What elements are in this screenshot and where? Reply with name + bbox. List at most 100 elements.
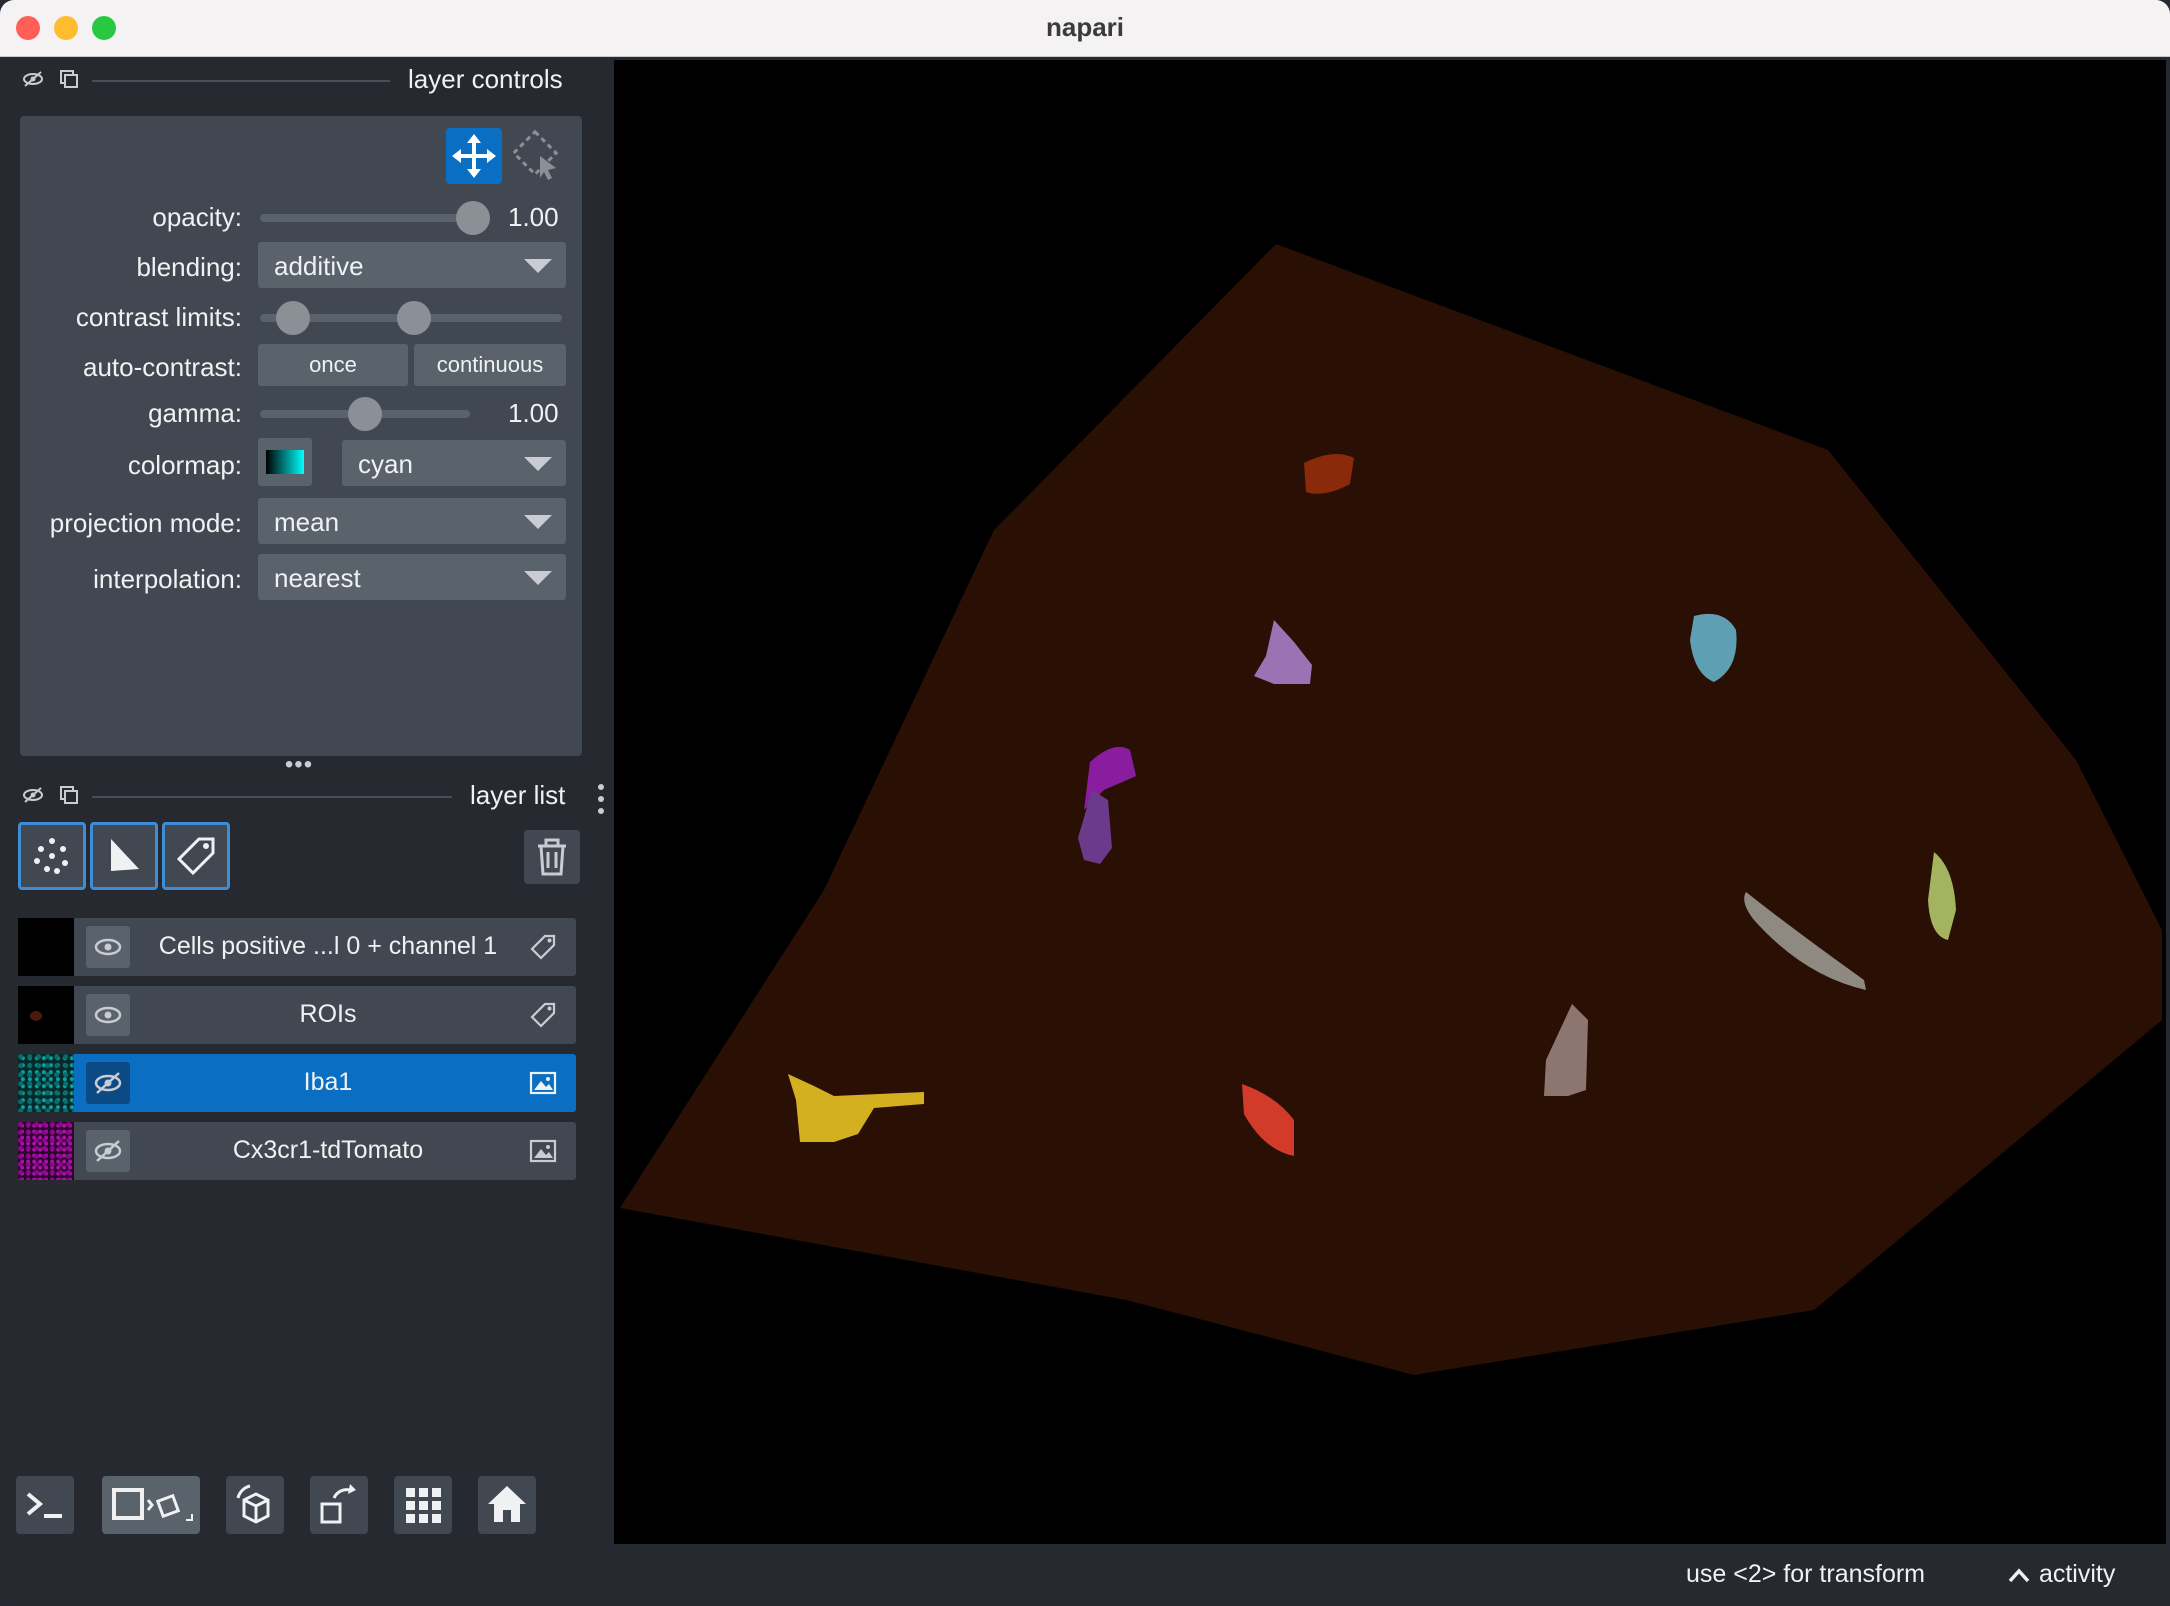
gamma-slider-handle[interactable] [348,397,383,431]
projection-mode-dropdown[interactable]: mean [258,498,566,544]
layer-controls-panel: opacity: 1.00 blending: additive contras… [20,116,582,756]
eye-hidden-icon [94,1140,122,1162]
labels-image [620,244,2162,1375]
opacity-label: opacity: [152,202,242,232]
header-divider [92,80,390,82]
visibility-toggle[interactable] [86,926,130,968]
eye-icon [94,1006,122,1024]
toggle-ndisplay-button[interactable] [102,1476,200,1534]
pan-zoom-button[interactable] [446,128,502,184]
image-layer-icon [529,1071,557,1095]
layer-name: Cells positive ...l 0 + channel 1 [158,932,498,960]
labels-layer-icon [530,1002,556,1028]
image-layer-icon [529,1139,557,1163]
colormap-dropdown[interactable]: cyan [342,440,566,486]
trash-icon [538,838,566,876]
eye-hidden-icon [94,1072,122,1094]
layer-controls-title: layer controls [408,64,563,94]
transpose-icon [320,1484,356,1524]
more-options-icon[interactable] [596,782,606,816]
delete-layer-button[interactable] [524,830,580,884]
chevron-up-icon [2008,1568,2030,1583]
console-button[interactable] [16,1476,74,1534]
reset-view-button[interactable] [478,1476,536,1534]
layer-thumbnail [18,918,74,976]
layer-row-rois[interactable]: ROIs [18,986,576,1044]
float-dock-icon[interactable] [58,784,80,806]
gamma-label: gamma: [148,398,242,428]
new-shapes-layer-button[interactable] [90,822,158,890]
roll-dimensions-button[interactable] [226,1476,284,1534]
visibility-toggle[interactable] [86,994,130,1036]
layer-row-cx3cr1[interactable]: Cx3cr1-tdTomato [18,1122,576,1180]
label-tag-icon [176,837,215,876]
shapes-icon [111,839,139,871]
auto-contrast-once-button[interactable]: once [258,344,408,386]
layer-row-iba1[interactable]: Iba1 [18,1054,576,1112]
grid-icon [406,1488,441,1523]
opacity-value: 1.00 [508,202,559,232]
labels-layer-icon [530,934,556,960]
transform-button[interactable] [510,128,566,184]
layer-name: Cx3cr1-tdTomato [232,1136,424,1164]
2d-3d-toggle-icon [112,1488,193,1521]
opacity-slider-handle[interactable] [456,201,490,235]
auto-contrast-label: auto-contrast: [83,352,242,382]
interpolation-label: interpolation: [93,564,242,594]
activity-button[interactable]: activity [2006,1560,2115,1589]
colormap-value: cyan [358,449,413,479]
visibility-toggle[interactable] [86,1130,130,1172]
layer-row-cells-positive[interactable]: Cells positive ...l 0 + channel 1 [18,918,576,976]
projection-mode-label: projection mode: [49,508,242,538]
terminal-icon [26,1492,62,1518]
contrast-limits-high-handle[interactable] [396,301,431,335]
colormap-gradient [266,450,304,474]
transpose-button[interactable] [310,1476,368,1534]
interpolation-value: nearest [274,563,361,593]
layer-thumbnail [18,986,74,1044]
chevron-down-icon [524,457,552,471]
cube-roll-icon [236,1484,270,1524]
contrast-limits-low-handle[interactable] [276,301,310,335]
status-hint: use <2> for transform [1686,1560,1926,1588]
visibility-toggle[interactable] [86,1062,130,1104]
header-divider [92,796,452,798]
roi-region [620,244,2162,1375]
colormap-swatch[interactable] [258,438,312,486]
move-arrows-icon [452,134,496,178]
window-title: napari [1045,12,1125,42]
layer-name: Iba1 [303,1068,353,1096]
grid-view-button[interactable] [394,1476,452,1534]
new-points-layer-button[interactable] [18,822,86,890]
colormap-label: colormap: [127,450,242,480]
napari-window: napari layer controls opacity: 1.00 blen… [0,0,2170,1606]
gamma-value: 1.00 [508,398,559,428]
interpolation-dropdown[interactable]: nearest [258,554,566,600]
home-icon [488,1486,526,1522]
status-bar: use <2> for transform activity [0,1546,2170,1606]
layer-list-title: layer list [470,780,566,810]
blending-label: blending: [136,252,242,282]
auto-contrast-continuous-button[interactable]: continuous [414,344,566,386]
layer-thumbnail [18,1122,74,1180]
eye-hide-icon[interactable] [22,68,44,90]
chevron-down-icon [524,515,552,529]
blending-value: additive [274,251,364,281]
eye-hide-icon[interactable] [22,784,44,806]
layer-thumbnail [18,1054,74,1112]
blending-dropdown[interactable]: additive [258,242,566,288]
opacity-slider[interactable] [260,214,470,222]
contrast-limits-label: contrast limits: [75,302,242,332]
new-labels-layer-button[interactable] [162,822,230,890]
viewer-canvas[interactable] [614,60,2166,1544]
chevron-down-icon [524,571,552,585]
points-icon [34,838,68,874]
layer-name: ROIs [299,1000,357,1028]
projection-mode-value: mean [274,507,340,537]
eye-icon [94,938,122,956]
transform-select-icon [511,129,559,180]
activity-label: activity [2038,1560,2116,1588]
chevron-down-icon [524,259,552,273]
title-bar: napari [0,0,2170,57]
float-dock-icon[interactable] [58,68,80,90]
